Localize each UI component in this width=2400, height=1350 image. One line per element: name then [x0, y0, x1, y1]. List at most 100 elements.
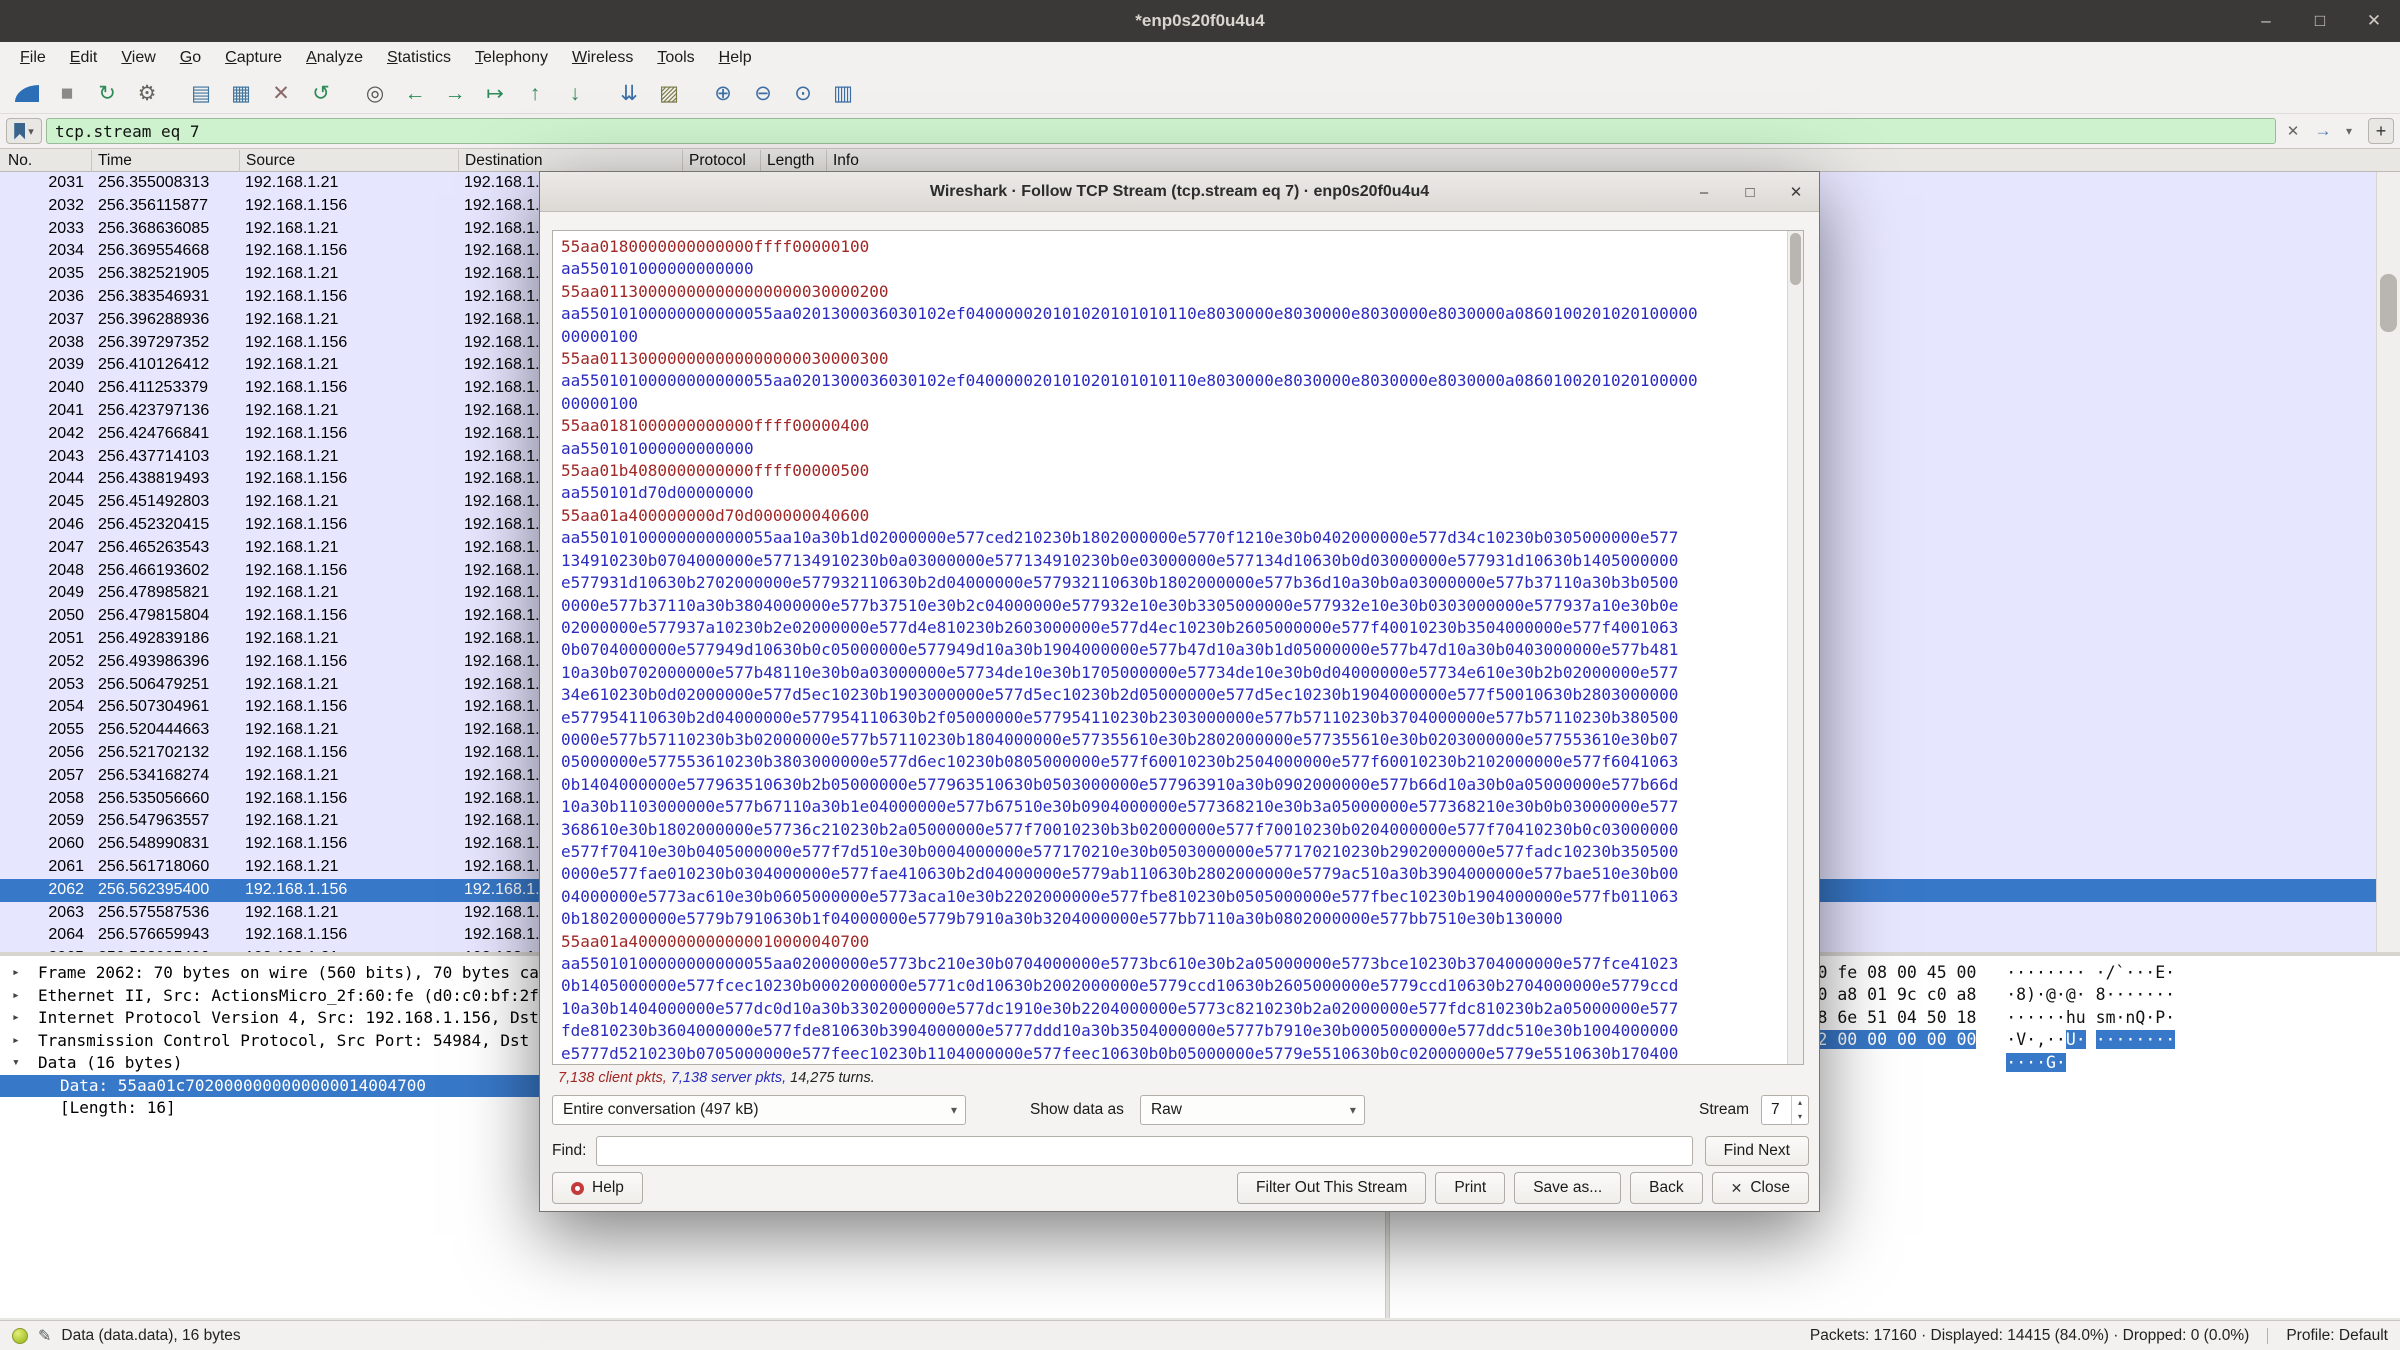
packet-list-header: No. Time Source Destination Protocol Len…: [0, 150, 2400, 172]
expander-closed-icon[interactable]: ▸: [12, 985, 32, 1008]
stream-line-35-server: fde810230b3604000000e577fde810630b390400…: [561, 1020, 1795, 1042]
filter-out-stream-button[interactable]: Filter Out This Stream: [1237, 1172, 1426, 1204]
cell-time: 256.492839186: [98, 628, 209, 651]
cell-time: 256.521702132: [98, 742, 209, 765]
restart-capture-button[interactable]: ↻: [88, 78, 126, 110]
conversation-select[interactable]: Entire conversation (497 kB) ▾: [552, 1095, 966, 1125]
go-to-packet-button[interactable]: ↦: [476, 78, 514, 110]
menu-go[interactable]: Go: [168, 45, 213, 71]
zoom-reset-button[interactable]: ⊙: [784, 78, 822, 110]
zoom-out-button[interactable]: ⊖: [744, 78, 782, 110]
menu-capture[interactable]: Capture: [213, 45, 294, 71]
menu-analyze[interactable]: Analyze: [294, 45, 375, 71]
filter-bookmark-button[interactable]: ▾: [6, 118, 42, 144]
stream-number-spinner[interactable]: 7 ▴ ▾: [1761, 1095, 1809, 1125]
cell-no: 2040: [0, 377, 84, 400]
stream-line-0-client: 55aa0180000000000000ffff00000100: [561, 236, 1795, 258]
auto-scroll-button[interactable]: ⇊: [610, 78, 648, 110]
stream-line-36-server: e5777d5210230b0705000000e577feec10230b11…: [561, 1043, 1795, 1065]
expander-closed-icon[interactable]: ▸: [12, 1007, 32, 1030]
capture-options-button[interactable]: ⚙: [128, 78, 166, 110]
go-back-button[interactable]: ←: [396, 78, 434, 110]
find-packet-button[interactable]: ◎: [356, 78, 394, 110]
display-filter-input[interactable]: [46, 118, 2276, 144]
close-icon[interactable]: ✕: [2364, 11, 2384, 31]
filter-clear-button[interactable]: ✕: [2280, 118, 2306, 144]
minimize-icon[interactable]: –: [2256, 11, 2276, 31]
column-header-destination[interactable]: Destination: [459, 150, 683, 172]
spinner-up-icon[interactable]: ▴: [1792, 1096, 1808, 1110]
column-header-info[interactable]: Info: [827, 150, 2376, 172]
find-input[interactable]: [596, 1136, 1692, 1166]
zoom-in-button[interactable]: ⊕: [704, 78, 742, 110]
dialog-titlebar[interactable]: Wireshark · Follow TCP Stream (tcp.strea…: [540, 172, 1819, 212]
column-header-length[interactable]: Length: [761, 150, 827, 172]
stream-scrollbar[interactable]: [1787, 231, 1803, 1064]
open-file-button[interactable]: ▤: [182, 78, 220, 110]
column-header-source[interactable]: Source: [240, 150, 459, 172]
menu-edit[interactable]: Edit: [58, 45, 110, 71]
cell-src: 192.168.1.156: [245, 651, 347, 674]
resize-columns-button[interactable]: ▥: [824, 78, 862, 110]
column-header-time[interactable]: Time: [92, 150, 240, 172]
cell-src: 192.168.1.21: [245, 263, 338, 286]
print-button[interactable]: Print: [1435, 1172, 1505, 1204]
menu-help[interactable]: Help: [707, 45, 764, 71]
menu-file[interactable]: File: [8, 45, 58, 71]
dialog-close-icon[interactable]: ✕: [1787, 183, 1805, 201]
cell-no: 2061: [0, 856, 84, 879]
expander-closed-icon[interactable]: ▸: [12, 962, 32, 985]
filter-recent-dropdown[interactable]: ▾: [2340, 118, 2358, 144]
stream-line-29-server: 04000000e5773ac610e30b0605000000e5773aca…: [561, 886, 1795, 908]
stream-scrollbar-thumb[interactable]: [1790, 233, 1801, 285]
expander-open-icon[interactable]: ▾: [12, 1052, 32, 1075]
go-first-button[interactable]: ↑: [516, 78, 554, 110]
go-last-button[interactable]: ↓: [556, 78, 594, 110]
packet-list-scrollbar[interactable]: [2376, 172, 2400, 952]
maximize-icon[interactable]: □: [2310, 11, 2330, 31]
hex-selected-bytes: ····G·: [2006, 1053, 2066, 1072]
show-data-as-select[interactable]: Raw ▾: [1140, 1095, 1365, 1125]
column-header-protocol[interactable]: Protocol: [683, 150, 761, 172]
dialog-maximize-icon[interactable]: □: [1741, 184, 1759, 201]
cell-time: 256.396288936: [98, 309, 209, 332]
cell-src: 192.168.1.21: [245, 628, 338, 651]
menu-view[interactable]: View: [109, 45, 167, 71]
menu-tools[interactable]: Tools: [645, 45, 706, 71]
expander-closed-icon[interactable]: ▸: [12, 1030, 32, 1053]
status-profile[interactable]: Profile: Default: [2286, 1327, 2388, 1345]
cell-no: 2046: [0, 514, 84, 537]
close-file-button[interactable]: ✕: [262, 78, 300, 110]
cell-src: 192.168.1.21: [245, 719, 338, 742]
scrollbar-thumb[interactable]: [2380, 274, 2397, 332]
filter-add-button[interactable]: +: [2368, 118, 2394, 144]
save-as-button[interactable]: Save as...: [1514, 1172, 1621, 1204]
cell-no: 2060: [0, 833, 84, 856]
menu-wireless[interactable]: Wireless: [560, 45, 645, 71]
help-button[interactable]: Help: [552, 1172, 643, 1204]
back-button[interactable]: Back: [1630, 1172, 1702, 1204]
stream-line-16-server: 0000e577b37110a30b3804000000e577b37510e3…: [561, 595, 1795, 617]
start-capture-button[interactable]: [8, 78, 46, 110]
cell-time: 256.548990831: [98, 833, 209, 856]
colorize-button[interactable]: ▨: [650, 78, 688, 110]
filter-apply-button[interactable]: →: [2310, 118, 2336, 144]
cell-src: 192.168.1.21: [245, 810, 338, 833]
reload-button[interactable]: ↺: [302, 78, 340, 110]
spinner-down-icon[interactable]: ▾: [1792, 1110, 1808, 1124]
save-file-button[interactable]: ▦: [222, 78, 260, 110]
stream-content-area[interactable]: 55aa0180000000000000ffff00000100 aa550101…: [552, 230, 1804, 1065]
stream-line-13-server: aa55010100000000000055aa10a30b1d02000000…: [561, 527, 1795, 549]
close-button[interactable]: ✕ Close: [1712, 1172, 1809, 1204]
menu-statistics[interactable]: Statistics: [375, 45, 463, 71]
capture-comment-icon[interactable]: ✎: [38, 1326, 51, 1346]
dialog-minimize-icon[interactable]: –: [1695, 184, 1713, 201]
cell-src: 192.168.1.156: [245, 195, 347, 218]
find-next-button[interactable]: Find Next: [1705, 1136, 1809, 1166]
stop-capture-button[interactable]: ■: [48, 78, 86, 110]
expert-info-icon[interactable]: [12, 1328, 28, 1344]
menu-telephony[interactable]: Telephony: [463, 45, 560, 71]
go-forward-button[interactable]: →: [436, 78, 474, 110]
cell-src: 192.168.1.21: [245, 309, 338, 332]
column-header-no[interactable]: No.: [0, 150, 92, 172]
